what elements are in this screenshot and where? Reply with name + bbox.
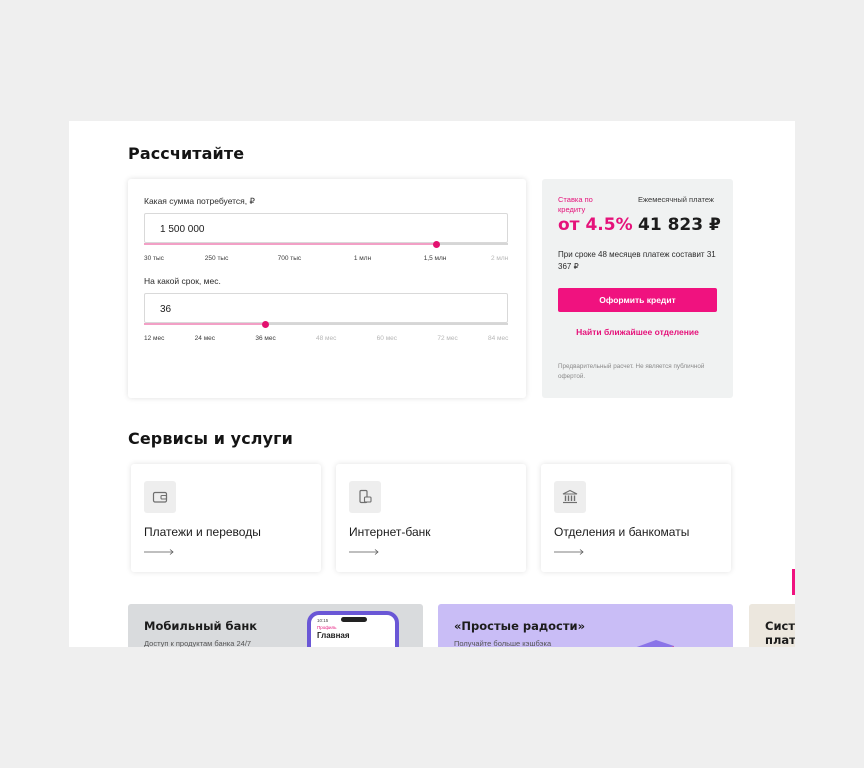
scale-tick-label: 1 млн — [353, 255, 372, 262]
apply-loan-button[interactable]: Оформить кредит — [558, 288, 717, 312]
arrow-right-icon — [144, 549, 174, 555]
service-title: Платежи и переводы — [144, 525, 261, 539]
term-scale: 12 мес 24 мес 36 мес 48 мес 60 мес 72 мес 84 м… — [144, 335, 508, 345]
amount-value: 1 500 000 — [160, 224, 205, 235]
arrow-right-icon — [349, 549, 379, 555]
scale-tick-label: 700 тыс — [277, 255, 302, 262]
page-content: Рассчитайте Какая сумма потребуется, ₽ 1… — [69, 121, 795, 647]
bank-building-icon — [554, 481, 586, 513]
wallet-icon — [144, 481, 176, 513]
scale-tick-label: 30 тыс — [144, 255, 164, 262]
services-heading: Сервисы и услуги — [128, 429, 293, 448]
promo-title: Систе плат — [765, 619, 795, 647]
phone-notch — [341, 617, 367, 622]
phone-screen-title: Главная — [317, 631, 350, 640]
loan-offer-panel: Ставка по кредиту от 4.5% Ежемесячный пл… — [542, 179, 733, 398]
phone-status-time: 10:15 — [317, 618, 329, 623]
monthly-payment-value: 41 823 ₽ — [638, 215, 721, 235]
amount-field[interactable]: 1 500 000 — [144, 213, 508, 243]
promo-subtitle: Получайте больше кэшбэка — [454, 639, 552, 647]
scale-tick-label: 84 мес — [488, 335, 509, 342]
term-slider-handle[interactable] — [261, 320, 269, 328]
arrow-right-icon — [554, 549, 584, 555]
payment-summary: При сроке 48 месяцев платеж составит 31 … — [558, 250, 716, 271]
amount-label: Какая сумма потребуется, ₽ — [144, 196, 255, 206]
service-card-payments[interactable]: Платежи и переводы — [131, 464, 321, 572]
loan-calculator-card: Какая сумма потребуется, ₽ 1 500 000 30 … — [128, 179, 526, 398]
service-title: Отделения и банкоматы — [554, 525, 690, 539]
term-label: На какой срок, мес. — [144, 276, 221, 286]
promo-title: «Простые радости» — [454, 619, 586, 633]
promo-title: Мобильный банк — [144, 619, 258, 633]
mobile-card-icon — [349, 481, 381, 513]
scale-tick-label: 2 млн — [491, 255, 509, 262]
promo-title-line: плат — [765, 633, 795, 647]
carousel-edge-marker — [792, 569, 795, 595]
scale-tick-label: 24 мес — [194, 335, 216, 342]
phone-mockup-image: 10:15 Профиль Главная — [307, 611, 399, 647]
disclaimer-text: Предварительный расчет. Не является публ… — [558, 363, 705, 380]
scale-tick-label: 12 мес — [144, 335, 165, 342]
amount-scale: 30 тыс 250 тыс 700 тыс 1 млн 1,5 млн 2 млн — [144, 255, 508, 265]
promo-title-line: Систе — [765, 619, 795, 633]
service-card-internet-bank[interactable]: Интернет-банк — [336, 464, 526, 572]
promo-mobile-bank[interactable]: Мобильный банк Доступ к продуктам банка … — [128, 604, 423, 647]
phone-profile-label: Профиль — [317, 625, 337, 630]
cashback-illustration — [636, 640, 674, 647]
promo-simple-joys[interactable]: «Простые радости» Получайте больше кэшбэ… — [438, 604, 733, 647]
calculator-heading: Рассчитайте — [128, 144, 245, 163]
scale-tick-label: 72 мес — [437, 335, 458, 342]
monthly-payment-label: Ежемесячный платеж — [638, 195, 714, 204]
amount-slider-handle[interactable] — [432, 240, 440, 248]
amount-slider[interactable] — [144, 240, 508, 248]
service-card-branches[interactable]: Отделения и банкоматы — [541, 464, 731, 572]
promo-third-partial[interactable]: Систе плат — [749, 604, 795, 647]
term-slider-fill — [144, 323, 266, 325]
rate-label: Ставка по кредиту — [558, 195, 593, 214]
scale-tick-label: 48 мес — [316, 335, 337, 342]
scale-tick-label: 60 мес — [376, 335, 398, 342]
find-branch-link[interactable]: Найти ближайшее отделение — [558, 327, 717, 337]
service-title: Интернет-банк — [349, 525, 431, 539]
amount-slider-fill — [144, 243, 437, 245]
promo-subtitle: Доступ к продуктам банка 24/7 — [144, 639, 252, 647]
term-slider[interactable] — [144, 320, 508, 328]
scale-tick-label: 36 мес — [255, 335, 276, 342]
term-field[interactable]: 36 — [144, 293, 508, 323]
scale-tick-label: 250 тыс — [204, 255, 229, 262]
term-value: 36 — [160, 304, 172, 315]
rate-value: от 4.5% — [558, 215, 633, 235]
scale-tick-label: 1,5 млн — [423, 255, 447, 262]
